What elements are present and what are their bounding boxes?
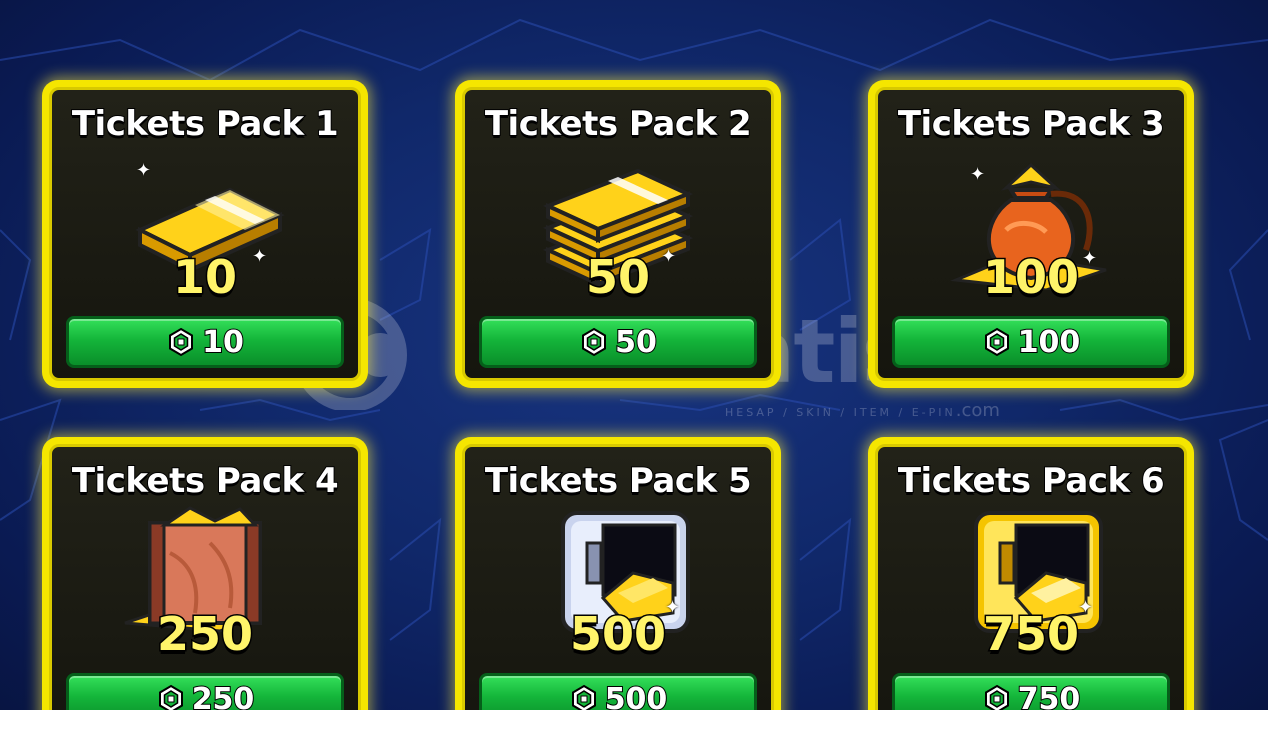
- pack-amount: 500: [568, 606, 667, 663]
- buy-button[interactable]: 10: [66, 316, 344, 368]
- pack-amount: 250: [155, 606, 254, 663]
- pack-title: Tickets Pack 3: [897, 103, 1166, 145]
- price-label: 10: [201, 324, 245, 361]
- pack-title: Tickets Pack 1: [71, 103, 340, 145]
- pack-card-body: Tickets Pack 5 ✦ 500 500: [462, 444, 774, 731]
- pack-title: Tickets Pack 4: [71, 460, 340, 502]
- price-label: 100: [1017, 324, 1082, 361]
- sparkle-icon: ✦: [136, 160, 152, 181]
- pack-card-body: Tickets Pack 4 250 250: [49, 444, 361, 731]
- pack-title: Tickets Pack 2: [484, 103, 753, 145]
- pack-title: Tickets Pack 6: [897, 460, 1166, 502]
- pack-amount: 750: [981, 606, 1080, 663]
- pack-card-body: Tickets Pack 1 ✦ ✦ 10 10: [49, 87, 361, 381]
- pack-card-body: Tickets Pack 6 ✦ 750 750: [875, 444, 1187, 731]
- robux-icon: [169, 327, 194, 357]
- pack-card-body: Tickets Pack 3 ✦ ✦ 100 100: [875, 87, 1187, 381]
- pack-card-6[interactable]: Tickets Pack 6 ✦ 750 750: [868, 437, 1194, 731]
- robux-icon: [984, 327, 1009, 357]
- pack-card-body: Tickets Pack 2 ✦ 50 50: [462, 87, 774, 381]
- pack-amount: 100: [981, 249, 1080, 306]
- pack-card-3[interactable]: Tickets Pack 3 ✦ ✦ 100 100: [868, 80, 1194, 388]
- robux-icon: [582, 327, 607, 357]
- price-label: 50: [614, 324, 658, 361]
- pack-card-4[interactable]: Tickets Pack 4 250 250: [42, 437, 368, 731]
- buy-button[interactable]: 100: [892, 316, 1170, 368]
- pack-card-5[interactable]: Tickets Pack 5 ✦ 500 500: [455, 437, 781, 731]
- pack-card-1[interactable]: Tickets Pack 1 ✦ ✦ 10 10: [42, 80, 368, 388]
- sparkle-icon: ✦: [970, 164, 986, 185]
- pack-title: Tickets Pack 5: [484, 460, 753, 502]
- bottom-strip: [0, 710, 1268, 731]
- pack-amount: 50: [584, 249, 651, 306]
- shop-screen: itemsatis HESAP / SKIN / ITEM / E-PIN.co…: [0, 0, 1268, 731]
- pack-amount: 10: [171, 249, 238, 306]
- buy-button[interactable]: 50: [479, 316, 757, 368]
- pack-card-2[interactable]: Tickets Pack 2 ✦ 50 50: [455, 80, 781, 388]
